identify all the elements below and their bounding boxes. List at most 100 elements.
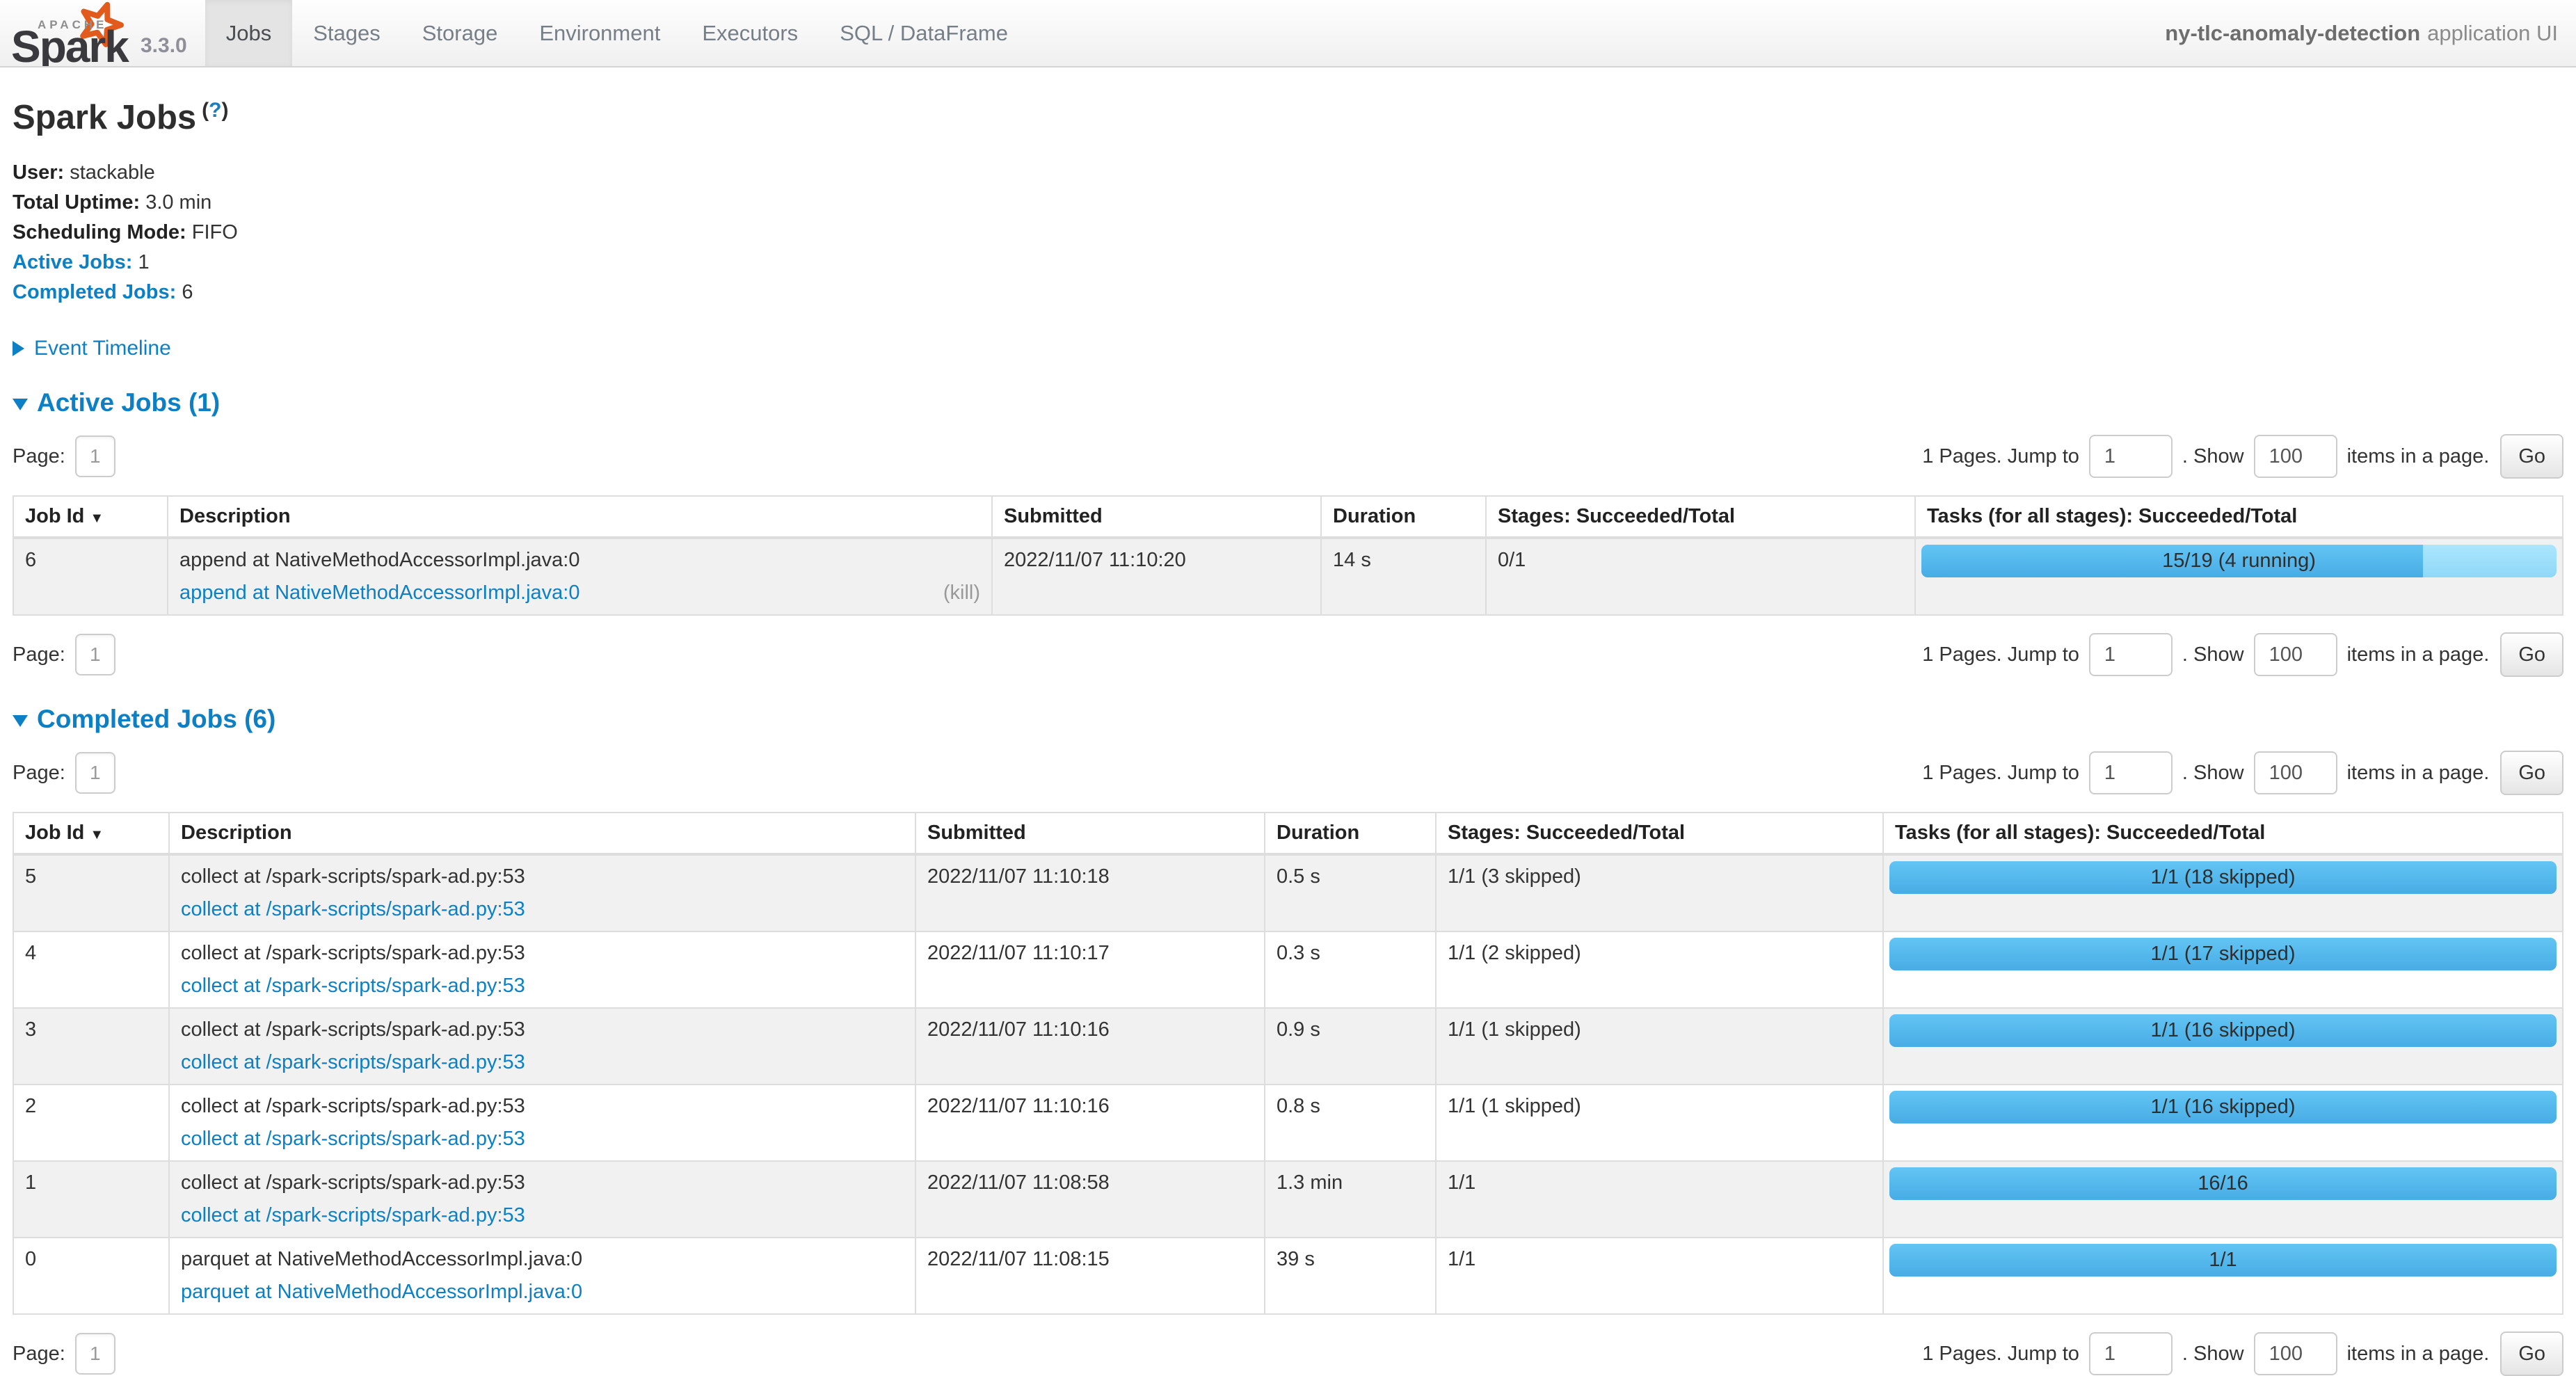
column-tasks[interactable]: Tasks (for all stages): Succeeded/Total [1915, 496, 2563, 538]
description-link[interactable]: collect at /spark-scripts/spark-ad.py:53 [181, 975, 525, 998]
page-size-input[interactable] [2254, 751, 2337, 794]
submitted-cell: 2022/11/07 11:10:20 [992, 538, 1321, 615]
description-link[interactable]: collect at /spark-scripts/spark-ad.py:53 [181, 1051, 525, 1074]
page-size-input[interactable] [2254, 633, 2337, 676]
pages-text: 1 Pages. Jump to [1922, 643, 2079, 666]
active-jobs-section-title: Active Jobs (1) [37, 388, 220, 417]
page-control: Page: 1 [13, 1333, 115, 1375]
pager-controls: 1 Pages. Jump to . Show items in a page.… [1922, 751, 2563, 795]
duration-cell: 14 s [1321, 538, 1486, 615]
task-progress-bar: 15/19 (4 running) [1921, 545, 2557, 577]
page-label: Page: [13, 1343, 65, 1366]
duration-cell: 0.3 s [1265, 931, 1436, 1008]
duration-cell: 1.3 min [1265, 1161, 1436, 1238]
page-content: Spark Jobs(?) User: stackable Total Upti… [0, 98, 2576, 1376]
application-name: ny-tlc-anomaly-detection application UI [2165, 0, 2558, 66]
description-cell: parquet at NativeMethodAccessorImpl.java… [169, 1238, 915, 1314]
job-summary-list: User: stackable Total Uptime: 3.0 min Sc… [13, 158, 2563, 307]
go-button[interactable]: Go [2500, 434, 2563, 479]
description-text: collect at /spark-scripts/spark-ad.py:53 [181, 1171, 904, 1194]
active-jobs-pagination-bottom: Page: 1 1 Pages. Jump to . Show items in… [13, 632, 2563, 677]
stages-cell: 1/1 (2 skipped) [1436, 931, 1883, 1008]
job-id-cell: 6 [13, 538, 168, 615]
tab-sql-dataframe[interactable]: SQL / DataFrame [819, 0, 1029, 66]
job-id-cell: 2 [13, 1085, 169, 1161]
summary-user-label: User: [13, 161, 64, 184]
column-stages[interactable]: Stages: Succeeded/Total [1486, 496, 1915, 538]
items-text: items in a page. [2347, 1343, 2490, 1366]
summary-completed-value: 6 [182, 281, 193, 303]
tasks-cell: 15/19 (4 running) [1915, 538, 2563, 615]
task-progress-bar: 1/1 (17 skipped) [1889, 938, 2557, 970]
active-jobs-link[interactable]: Active Jobs: [13, 251, 132, 273]
completed-jobs-pagination-bottom: Page: 1 1 Pages. Jump to . Show items in… [13, 1331, 2563, 1376]
tab-storage[interactable]: Storage [401, 0, 519, 66]
completed-jobs-table: Job Id▼ Description Submitted Duration S… [13, 812, 2563, 1315]
page-size-input[interactable] [2254, 1332, 2337, 1375]
column-job-id[interactable]: Job Id▼ [13, 496, 168, 538]
description-link[interactable]: collect at /spark-scripts/spark-ad.py:53 [181, 1204, 525, 1227]
help-link[interactable]: (?) [202, 99, 228, 122]
active-job-row: 6 append at NativeMethodAccessorImpl.jav… [13, 538, 2563, 615]
stages-cell: 1/1 (3 skipped) [1436, 854, 1883, 931]
page-number-box[interactable]: 1 [75, 1333, 115, 1375]
summary-uptime-value: 3.0 min [145, 191, 211, 214]
page-size-input[interactable] [2254, 435, 2337, 478]
column-submitted[interactable]: Submitted [992, 496, 1321, 538]
task-progress-bar: 16/16 [1889, 1167, 2557, 1200]
progress-label: 1/1 (16 skipped) [1889, 1014, 2557, 1047]
description-link[interactable]: append at NativeMethodAccessorImpl.java:… [179, 582, 579, 605]
jump-to-input[interactable] [2089, 751, 2173, 794]
job-id-cell: 4 [13, 931, 169, 1008]
spark-logo[interactable]: APACHE Spark 3.3.0 [0, 0, 187, 66]
kill-link[interactable]: (kill) [943, 582, 980, 605]
go-button[interactable]: Go [2500, 751, 2563, 795]
jump-to-input[interactable] [2089, 633, 2173, 676]
completed-job-row: 0 parquet at NativeMethodAccessorImpl.ja… [13, 1238, 2563, 1314]
tasks-cell: 1/1 (16 skipped) [1883, 1085, 2563, 1161]
go-button[interactable]: Go [2500, 1331, 2563, 1376]
sort-desc-icon: ▼ [90, 511, 104, 526]
page-number-box[interactable]: 1 [75, 752, 115, 794]
description-cell: collect at /spark-scripts/spark-ad.py:53… [169, 1085, 915, 1161]
column-stages[interactable]: Stages: Succeeded/Total [1436, 813, 1883, 854]
page-number-box[interactable]: 1 [75, 435, 115, 477]
submitted-cell: 2022/11/07 11:10:16 [915, 1008, 1265, 1085]
tab-environment[interactable]: Environment [518, 0, 681, 66]
progress-label: 1/1 (16 skipped) [1889, 1091, 2557, 1123]
jump-to-input[interactable] [2089, 1332, 2173, 1375]
tab-jobs[interactable]: Jobs [205, 0, 292, 66]
column-duration[interactable]: Duration [1265, 813, 1436, 854]
column-duration[interactable]: Duration [1321, 496, 1486, 538]
stages-cell: 1/1 (1 skipped) [1436, 1008, 1883, 1085]
description-link[interactable]: collect at /spark-scripts/spark-ad.py:53 [181, 898, 525, 921]
description-link[interactable]: collect at /spark-scripts/spark-ad.py:53 [181, 1128, 525, 1151]
description-link[interactable]: parquet at NativeMethodAccessorImpl.java… [181, 1281, 582, 1304]
column-submitted[interactable]: Submitted [915, 813, 1265, 854]
jump-to-input[interactable] [2089, 435, 2173, 478]
column-job-id[interactable]: Job Id▼ [13, 813, 169, 854]
pager-controls: 1 Pages. Jump to . Show items in a page.… [1922, 434, 2563, 479]
job-id-cell: 5 [13, 854, 169, 931]
items-text: items in a page. [2347, 445, 2490, 468]
column-tasks[interactable]: Tasks (for all stages): Succeeded/Total [1883, 813, 2563, 854]
tab-executors[interactable]: Executors [681, 0, 819, 66]
description-cell: collect at /spark-scripts/spark-ad.py:53… [169, 1008, 915, 1085]
completed-jobs-link[interactable]: Completed Jobs: [13, 281, 176, 303]
active-jobs-table: Job Id▼ Description Submitted Duration S… [13, 495, 2563, 616]
go-button[interactable]: Go [2500, 632, 2563, 677]
collapse-arrow-icon [13, 715, 28, 727]
completed-jobs-section-header[interactable]: Completed Jobs (6) [13, 705, 2563, 734]
event-timeline-toggle[interactable]: Event Timeline [13, 337, 2563, 360]
page-number-box[interactable]: 1 [75, 634, 115, 675]
description-text: collect at /spark-scripts/spark-ad.py:53 [181, 1095, 904, 1118]
column-description[interactable]: Description [168, 496, 992, 538]
tab-stages[interactable]: Stages [292, 0, 401, 66]
spark-version: 3.3.0 [132, 34, 187, 66]
active-jobs-section-header[interactable]: Active Jobs (1) [13, 388, 2563, 417]
column-description[interactable]: Description [169, 813, 915, 854]
event-timeline-label: Event Timeline [34, 337, 171, 360]
expand-arrow-icon [13, 341, 24, 356]
completed-jobs-section-title: Completed Jobs (6) [37, 705, 275, 734]
description-cell: append at NativeMethodAccessorImpl.java:… [168, 538, 992, 615]
